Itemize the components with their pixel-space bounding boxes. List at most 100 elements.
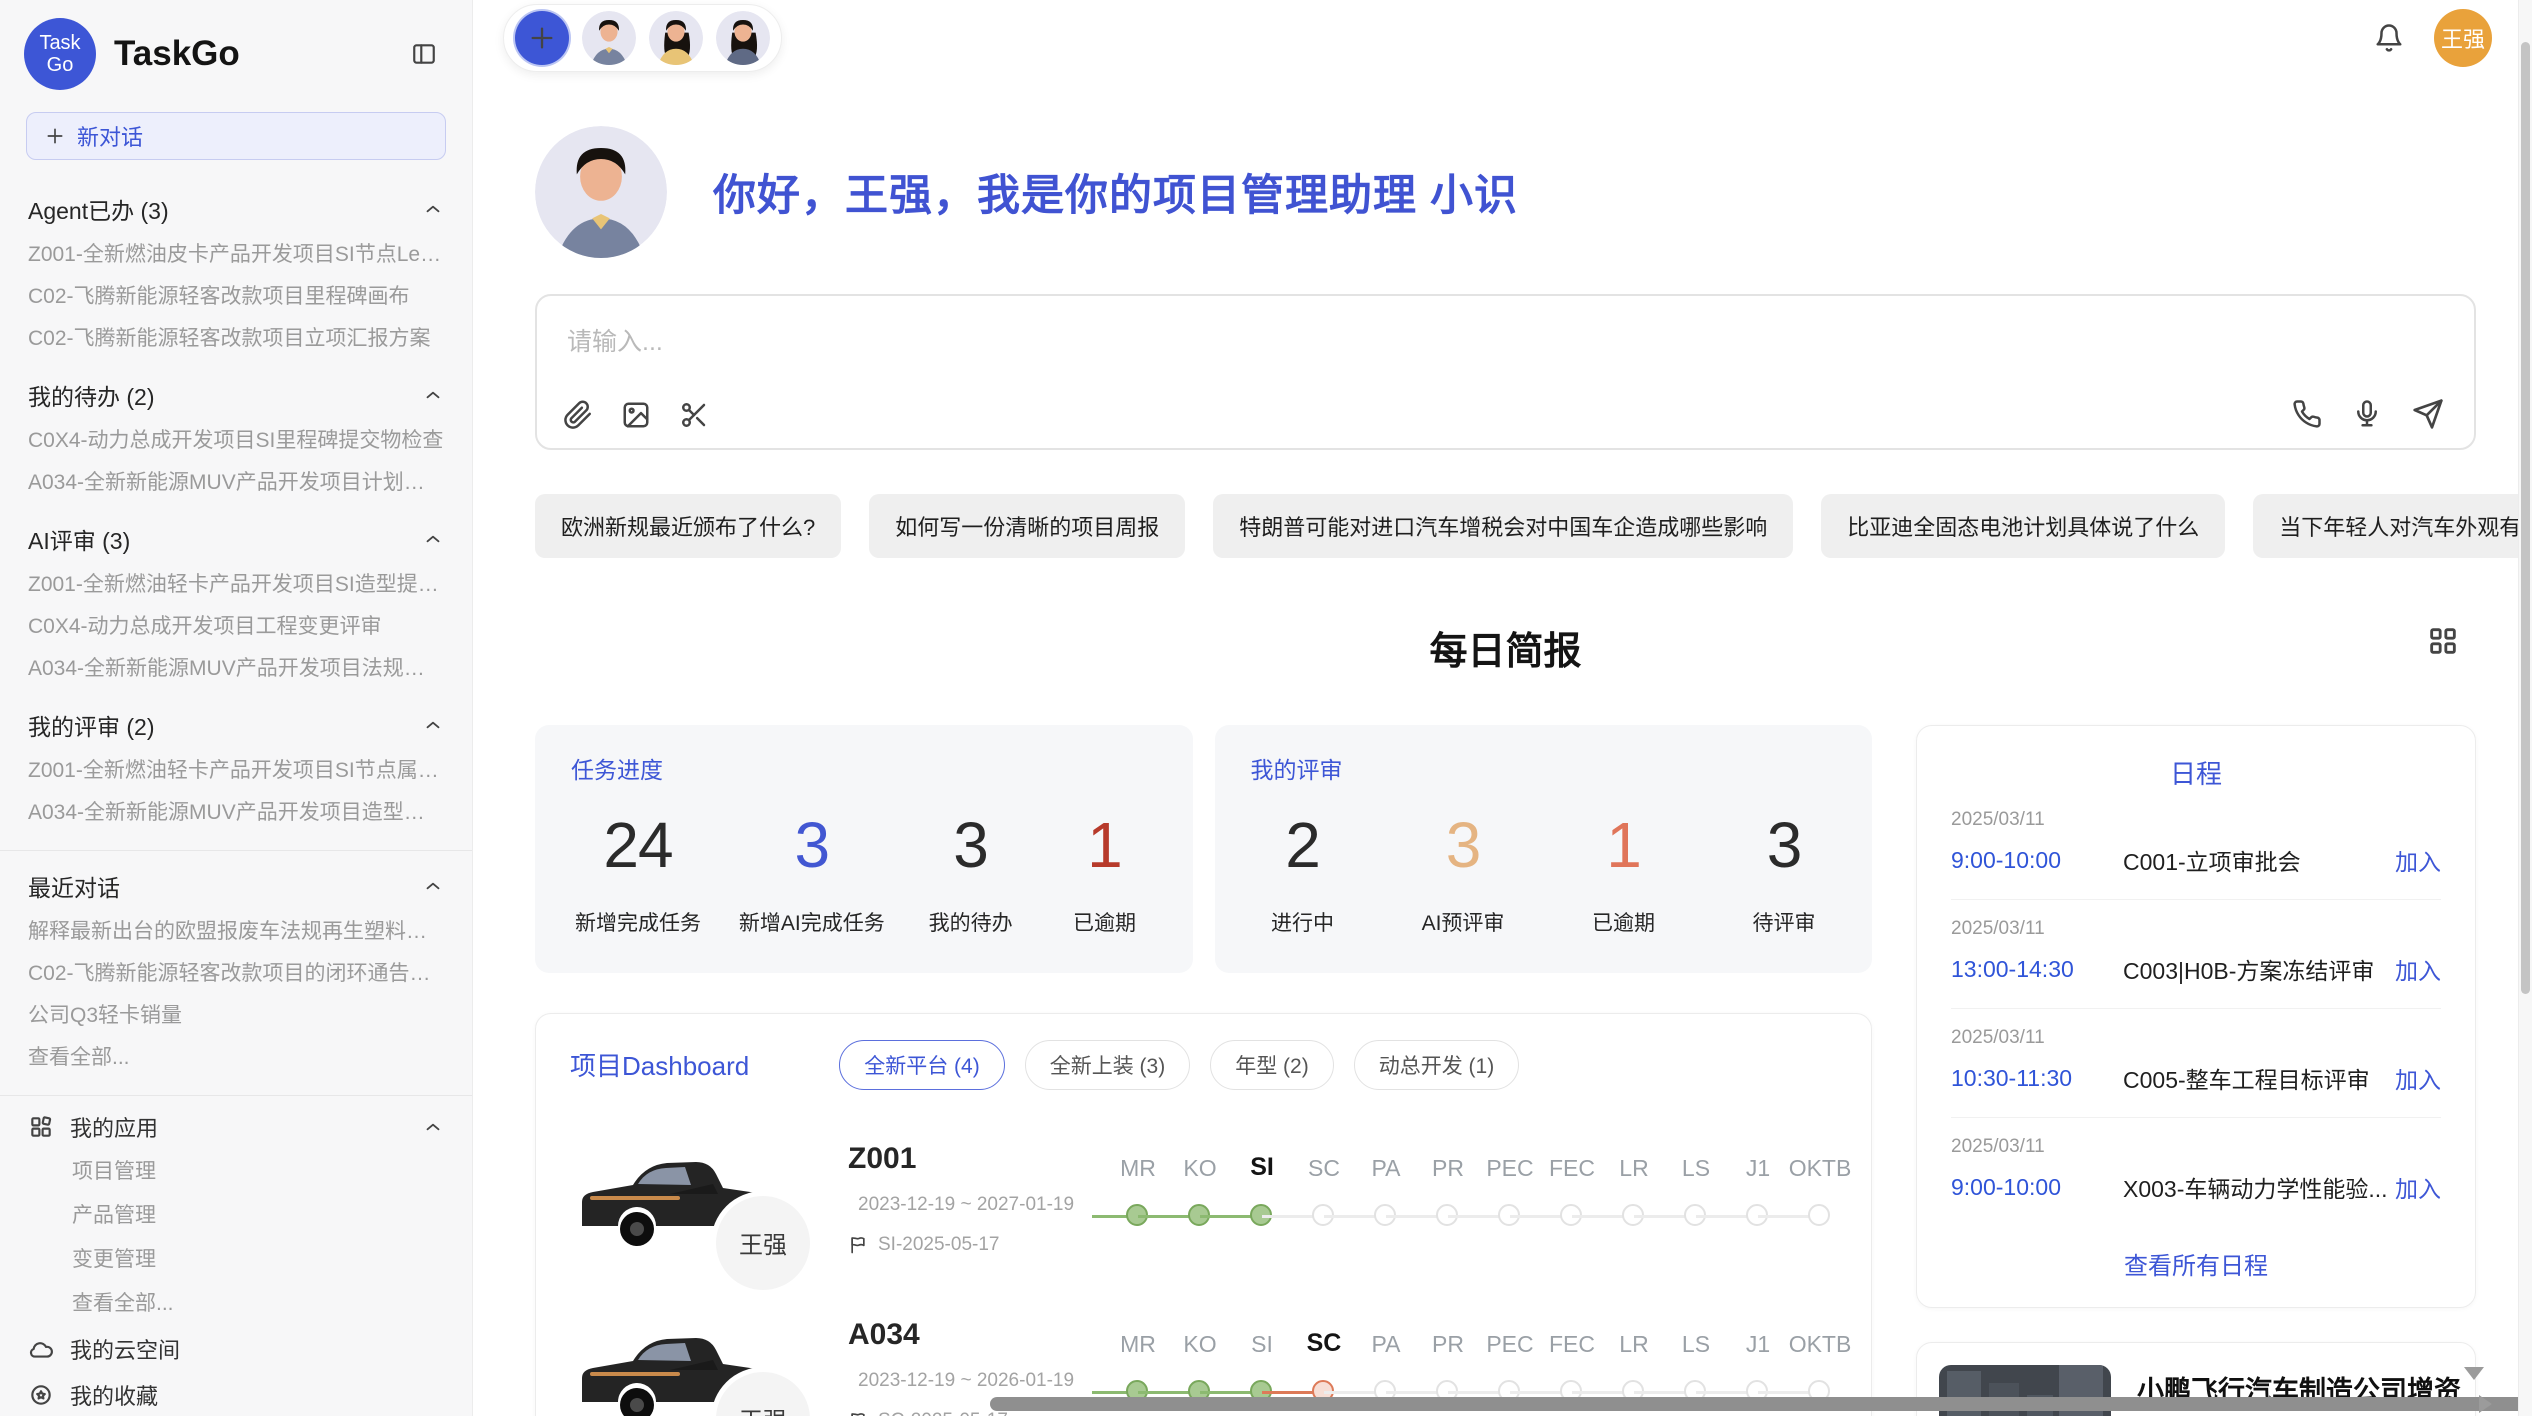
vertical-scrollbar[interactable] <box>2521 42 2530 994</box>
layout-grid-icon[interactable] <box>2426 624 2460 658</box>
sidebar-item-favorites[interactable]: 我的收藏 <box>0 1372 472 1416</box>
apps-grid-icon <box>28 1114 54 1140</box>
new-chat-label: 新对话 <box>77 120 143 152</box>
sidebar-conversation-item[interactable]: C02-飞腾新能源轻客改款项目立项汇报方案 <box>0 318 472 360</box>
sidebar-conversation-item[interactable]: A034-全新新能源MUV产品开发项目法规符合性评审 <box>0 648 472 690</box>
new-chat-button[interactable]: 新对话 <box>26 112 446 160</box>
sidebar-conversation-item[interactable]: C0X4-动力总成开发项目SI里程碑提交物检查 <box>0 420 472 462</box>
section-title: 我的待办 (2) <box>28 378 155 412</box>
view-all-schedule-link[interactable]: 查看所有日程 <box>1951 1226 2441 1291</box>
phone-icon[interactable] <box>2292 399 2322 429</box>
sidebar-app-item[interactable]: 产品管理 <box>0 1194 472 1238</box>
milestone-label: FEC <box>1537 1331 1607 1358</box>
schedule-row: 10:30-11:30C005-整车工程目标评审加入 <box>1951 1061 2441 1117</box>
stat-card-title: 我的评审 <box>1251 751 1837 785</box>
dashboard-tab[interactable]: 全新上装 (3) <box>1025 1040 1191 1090</box>
project-dashboard-card: 项目Dashboard 全新平台 (4)全新上装 (3)年型 (2)动总开发 (… <box>535 1013 1872 1416</box>
flag-icon <box>848 1235 868 1255</box>
sidebar-conversation-item[interactable]: Z001-全新燃油皮卡产品开发项目SI节点Lesson Learn报告 <box>0 234 472 276</box>
stat: 2进行中 <box>1255 809 1351 937</box>
suggestion-chip[interactable]: 比亚迪全固态电池计划具体说了什么 <box>1821 494 2225 558</box>
join-meeting-link[interactable]: 加入 <box>2395 1061 2441 1095</box>
schedule-row: 9:00-10:00C001-立项审批会加入 <box>1951 843 2441 899</box>
stat-label: 已逾期 <box>1056 907 1152 937</box>
dashboard-tab[interactable]: 全新平台 (4) <box>839 1040 1005 1090</box>
join-meeting-link[interactable]: 加入 <box>2395 843 2441 877</box>
assistant-hero: 你好，王强，我是你的项目管理助理 小识 <box>535 126 2476 258</box>
sidebar-app-item[interactable]: 查看全部... <box>0 1282 472 1326</box>
sidebar-conversation-item[interactable]: A034-全新新能源MUV产品开发项目造型可行性评审 <box>0 792 472 834</box>
sidebar-item-my-apps[interactable]: 我的应用 <box>0 1104 472 1150</box>
sidebar-section-header[interactable]: AI评审 (3) <box>0 514 472 564</box>
sidebar-conversation-item[interactable]: C02-飞腾新能源轻客改款项目的闭环通告反馈情况 <box>0 953 472 995</box>
schedule-row: 9:00-10:00X003-车辆动力学性能验...加入 <box>1951 1170 2441 1226</box>
dashboard-tab[interactable]: 年型 (2) <box>1210 1040 1334 1090</box>
vertical-scrollbar-track <box>2518 0 2532 1416</box>
user-avatar[interactable]: 王强 <box>2434 9 2492 67</box>
join-meeting-link[interactable]: 加入 <box>2395 1170 2441 1204</box>
sidebar-conversation-item[interactable]: 查看全部... <box>0 1037 472 1079</box>
scroll-right-arrow[interactable] <box>2479 1395 2492 1413</box>
chat-input[interactable]: 请输入... <box>535 294 2476 450</box>
microphone-icon[interactable] <box>2352 399 2382 429</box>
sidebar-conversation-item[interactable]: Z001-全新燃油轻卡产品开发项目SI节点属性5D文件评审 <box>0 750 472 792</box>
stat-value: 3 <box>739 809 885 883</box>
schedule-items: 2025/03/119:00-10:00C001-立项审批会加入2025/03/… <box>1951 791 2441 1226</box>
collapse-sidebar-icon[interactable] <box>404 34 444 74</box>
briefing-left-column: 任务进度24新增完成任务3新增AI完成任务3我的待办1已逾期我的评审2进行中3A… <box>535 725 1872 1416</box>
suggestion-chip[interactable]: 当下年轻人对汽车外观有怎样的喜好趋势 <box>2253 494 2532 558</box>
stat: 1已逾期 <box>1576 809 1672 937</box>
paperclip-icon[interactable] <box>563 400 593 430</box>
schedule-date: 2025/03/11 <box>1951 1027 2441 1049</box>
sidebar-conversation-item[interactable]: 解释最新出台的欧盟报废车法规再生塑料比例被调至15%... <box>0 911 472 953</box>
agent-avatar[interactable] <box>716 11 770 65</box>
sidebar-conversation-item[interactable]: C02-飞腾新能源轻客改款项目里程碑画布 <box>0 276 472 318</box>
add-agent-button[interactable] <box>515 11 569 65</box>
plus-icon <box>45 126 65 146</box>
sidebar-app-item[interactable]: 项目管理 <box>0 1150 472 1194</box>
schedule-card: 日程 2025/03/119:00-10:00C001-立项审批会加入2025/… <box>1916 725 2476 1308</box>
image-icon[interactable] <box>621 400 651 430</box>
sidebar-section-header[interactable]: 我的评审 (2) <box>0 700 472 750</box>
milestone-label: OKTB <box>1785 1331 1855 1358</box>
sidebar-section-header[interactable]: 我的待办 (2) <box>0 370 472 420</box>
sidebar-conversation-item[interactable]: C0X4-动力总成开发项目工程变更评审 <box>0 606 472 648</box>
flag-icon <box>848 1411 868 1416</box>
agent-avatar[interactable] <box>582 11 636 65</box>
sidebar-conversation-item[interactable]: Z001-全新燃油轻卡产品开发项目SI造型提交物评审 <box>0 564 472 606</box>
suggestion-chip[interactable]: 如何写一份清晰的项目周报 <box>869 494 1185 558</box>
scroll-down-arrow[interactable] <box>2464 1367 2484 1380</box>
milestone-label: LR <box>1599 1155 1669 1182</box>
section-title: 最近对话 <box>28 869 120 903</box>
schedule-title: 日程 <box>1951 754 2441 791</box>
milestone-label: KO <box>1165 1155 1235 1182</box>
stat: 3待评审 <box>1736 809 1832 937</box>
stat: 3我的待办 <box>923 809 1019 937</box>
join-meeting-link[interactable]: 加入 <box>2395 952 2441 986</box>
dashboard-projects: 王强Z0012023-12-19 ~ 2027-01-19SI-2025-05-… <box>570 1132 1837 1416</box>
stat: 1已逾期 <box>1056 809 1152 937</box>
sidebar-item-cloud-space[interactable]: 我的云空间 <box>0 1326 472 1372</box>
milestone-label: SI <box>1227 1331 1297 1358</box>
agent-avatar[interactable] <box>649 11 703 65</box>
stat-label: 新增完成任务 <box>575 907 701 937</box>
scissors-icon[interactable] <box>679 400 709 430</box>
sidebar-section-recent[interactable]: 最近对话 <box>0 861 472 911</box>
input-attachment-tools <box>563 400 709 430</box>
sidebar-conversation-item[interactable]: 公司Q3轻卡销量 <box>0 995 472 1037</box>
suggestion-chip[interactable]: 欧洲新规最近颁布了什么? <box>535 494 841 558</box>
project-flag: SI-2025-05-17 <box>848 1234 1064 1256</box>
sidebar-item-label: 我的云空间 <box>70 1333 444 1365</box>
sidebar-app-item[interactable]: 变更管理 <box>0 1238 472 1282</box>
send-icon[interactable] <box>2412 398 2444 430</box>
content: 你好，王强，我是你的项目管理助理 小识 请输入... 欧洲新规最近颁布了什么? 如… <box>473 126 2532 1416</box>
star-badge-icon <box>28 1382 54 1408</box>
dashboard-tab[interactable]: 动总开发 (1) <box>1354 1040 1520 1090</box>
chevron-up-icon <box>422 384 444 406</box>
horizontal-scrollbar[interactable] <box>990 1397 2532 1411</box>
chevron-up-icon <box>422 528 444 550</box>
sidebar-section-header[interactable]: Agent已办 (3) <box>0 184 472 234</box>
sidebar-conversation-item[interactable]: A034-全新新能源MUV产品开发项目计划变更表编写 <box>0 462 472 504</box>
notification-bell-icon[interactable] <box>2374 23 2404 53</box>
suggestion-chip[interactable]: 特朗普可能对进口汽车增税会对中国车企造成哪些影响 <box>1213 494 1793 558</box>
